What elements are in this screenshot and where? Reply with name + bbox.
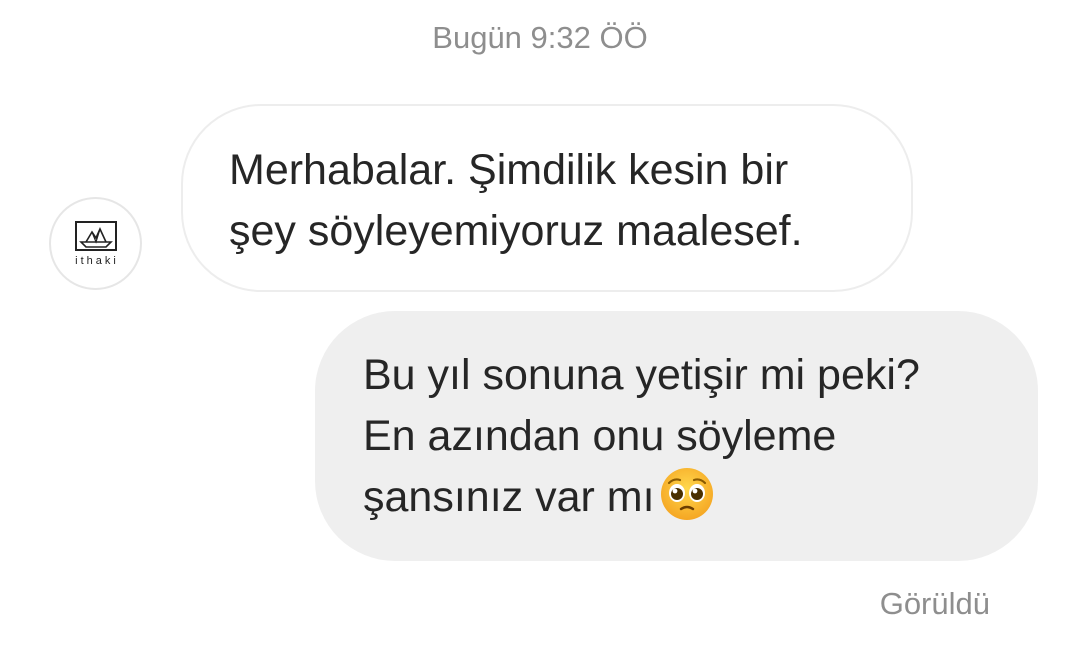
outgoing-message-bubble[interactable]: Bu yıl sonuna yetişir mi peki? En azında… — [315, 311, 1038, 561]
message-text-line: şansınız var mı — [363, 473, 655, 521]
pleading-face-emoji-icon — [660, 467, 713, 520]
paper-boat-logo-icon — [74, 221, 117, 251]
incoming-message-bubble[interactable]: Merhabalar. Şimdilik kesin bir şey söyle… — [181, 104, 913, 292]
message-text-line: En azından onu söyleme — [363, 412, 837, 460]
avatar[interactable]: ithaki — [49, 197, 142, 290]
message-text-line: şey söyleyemiyoruz maalesef. — [229, 207, 803, 255]
seen-status: Görüldü — [879, 586, 990, 621]
message-timestamp: Bugün 9:32 ÖÖ — [432, 20, 648, 55]
message-text-line: Merhabalar. Şimdilik kesin bir — [229, 146, 789, 194]
avatar-label: ithaki — [75, 255, 119, 267]
message-text-line: Bu yıl sonuna yetişir mi peki? — [363, 351, 920, 399]
